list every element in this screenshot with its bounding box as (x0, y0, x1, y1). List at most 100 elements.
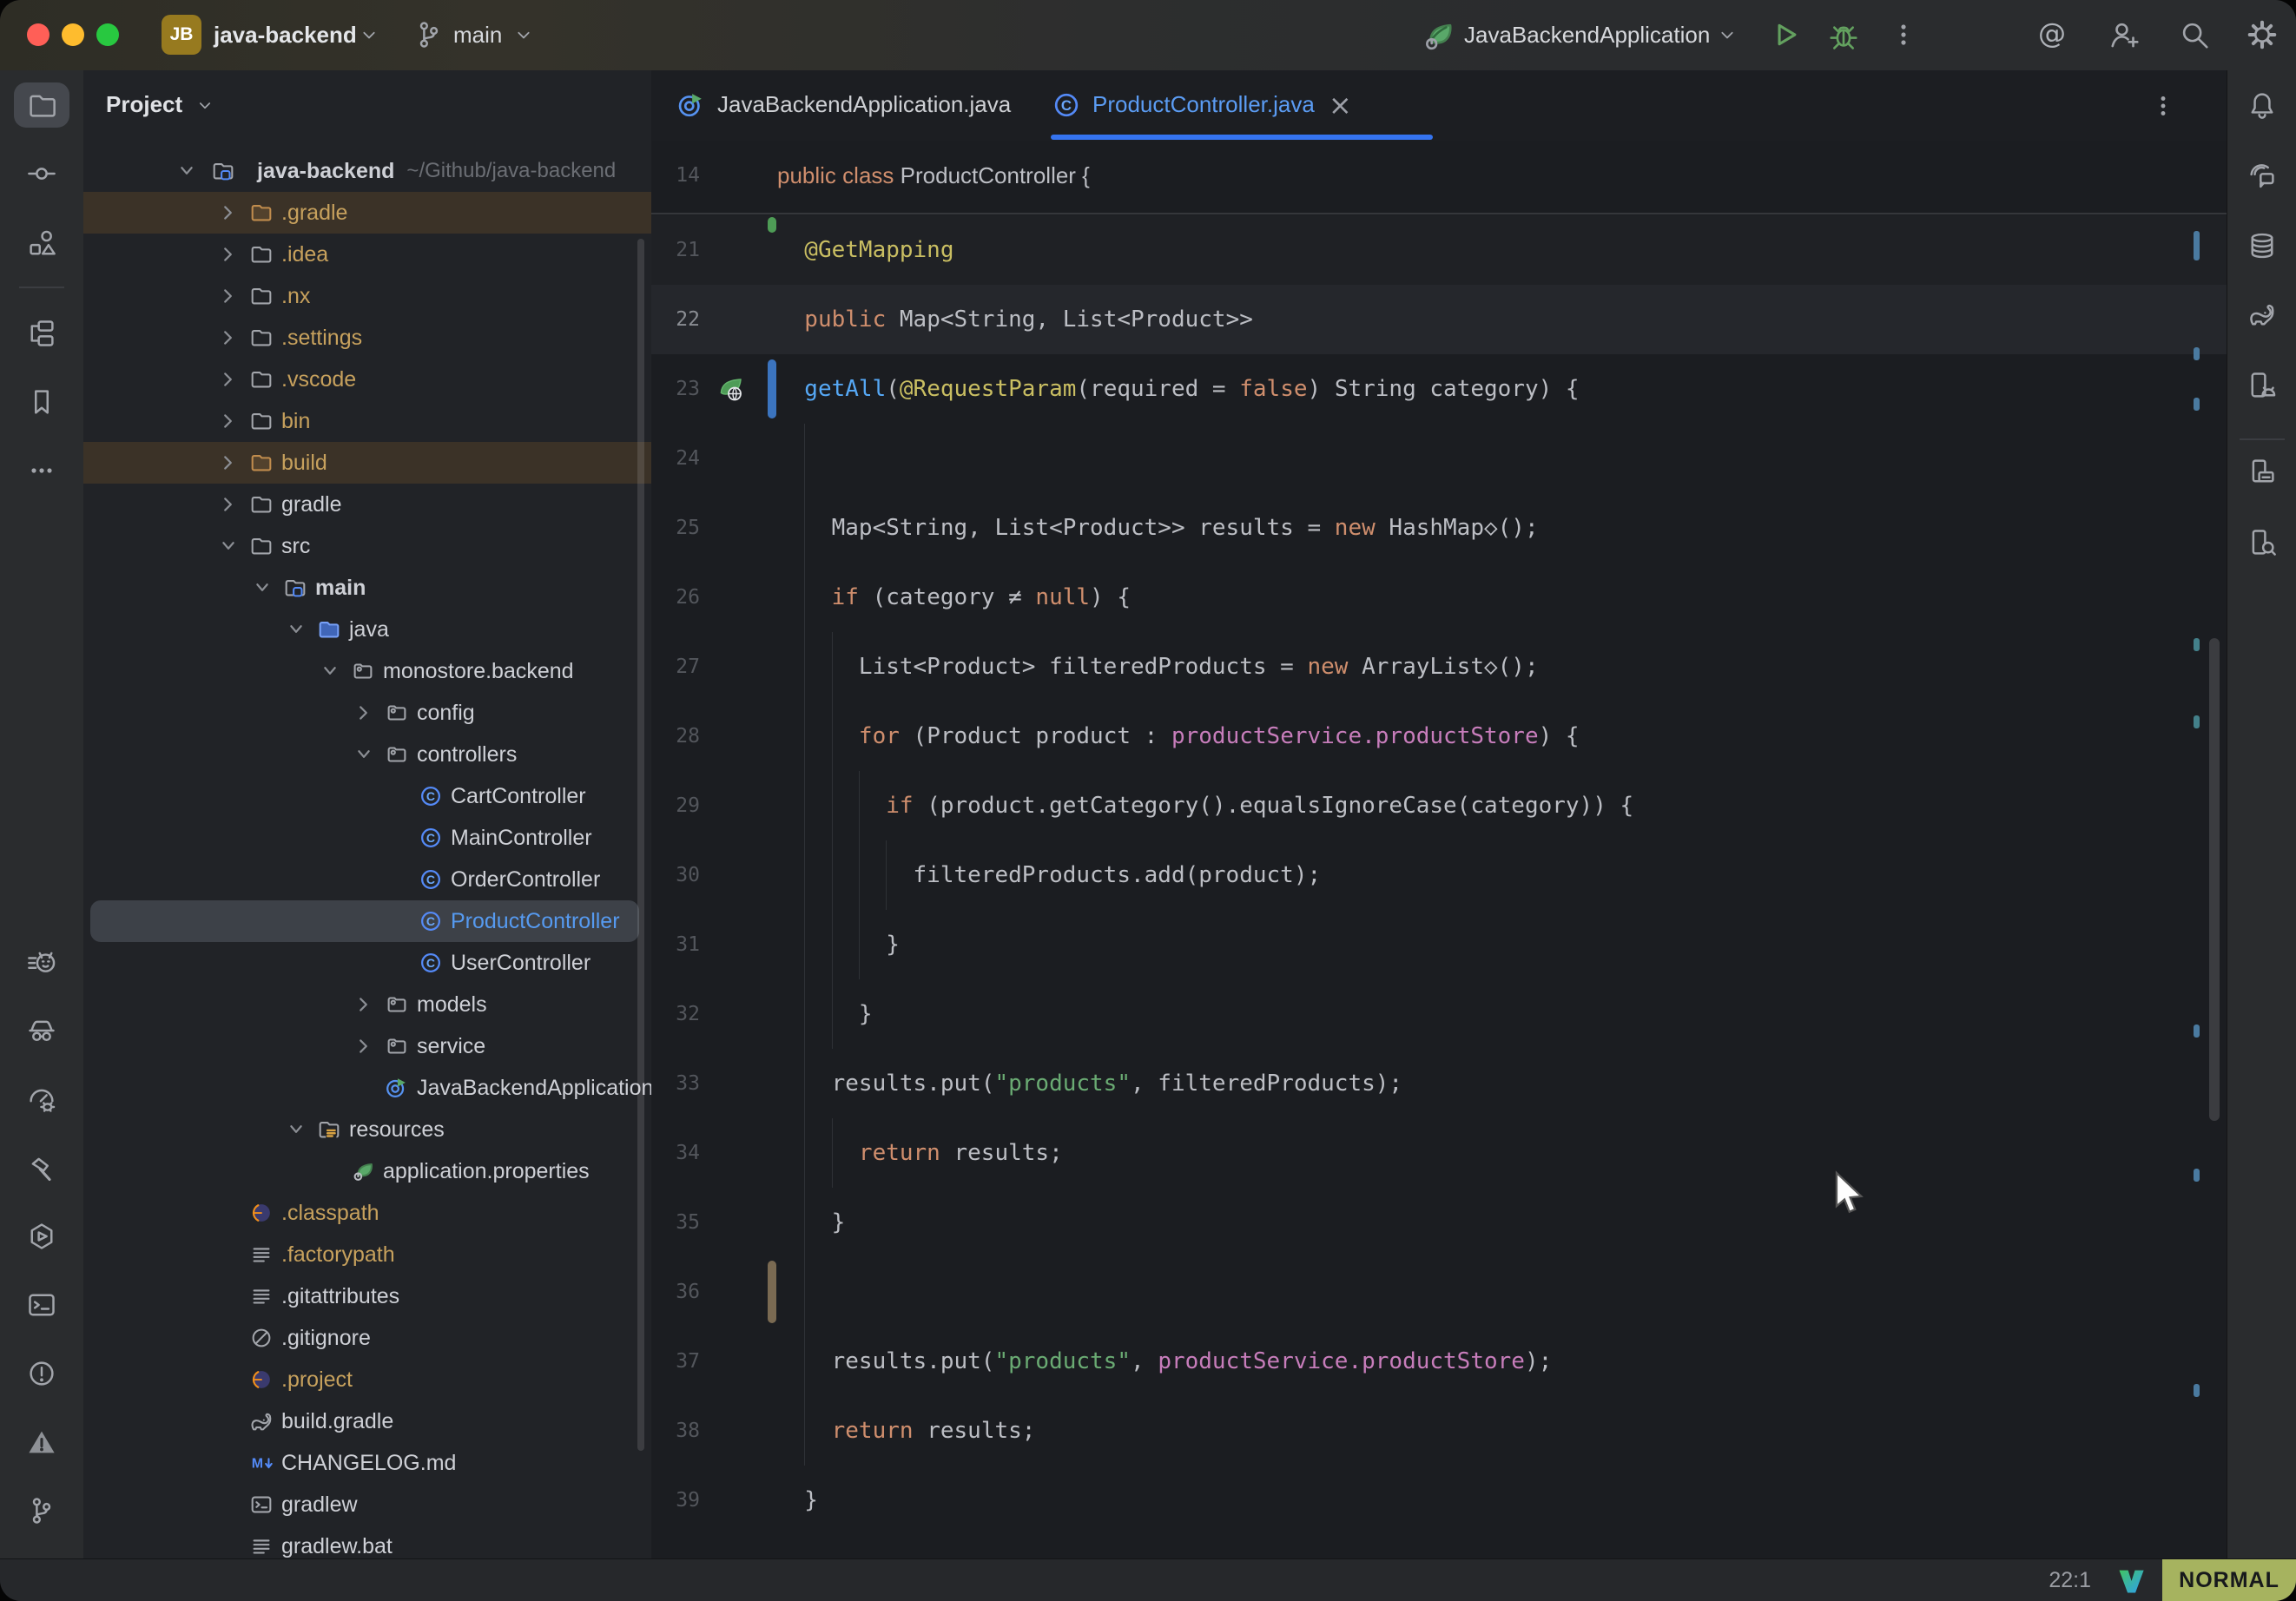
line-number-33[interactable]: 33 (651, 1049, 700, 1118)
line-number-21[interactable]: 21 (651, 215, 700, 285)
chevron-collapsed-icon[interactable] (215, 366, 241, 392)
tree-item-monostore.backend[interactable]: monostore.backend (83, 650, 651, 692)
tree-item-CHANGELOG.md[interactable]: MCHANGELOG.md (83, 1442, 651, 1484)
tool-button-device-explorer[interactable] (2234, 520, 2290, 565)
scroll-stripe-mark[interactable] (2194, 715, 2200, 728)
tree-item-java[interactable]: java (83, 609, 651, 650)
project-name-button[interactable]: java-backend (214, 0, 357, 70)
branch-button[interactable]: main (453, 0, 502, 70)
code-line-25[interactable]: 25 Map<String, List<Product>> results = … (651, 493, 2227, 563)
tree-item-service[interactable]: service (83, 1025, 651, 1067)
close-tab-icon[interactable]: × (1329, 89, 1352, 122)
close-window-button[interactable] (27, 23, 49, 46)
tree-item-.gitattributes[interactable]: .gitattributes (83, 1275, 651, 1317)
tool-button-database[interactable] (2234, 223, 2290, 268)
tree-item-config[interactable]: config (83, 692, 651, 734)
tree-item-build[interactable]: build (83, 442, 651, 484)
tool-button-bell[interactable] (2234, 82, 2290, 128)
tool-button-problems[interactable] (14, 1351, 69, 1396)
code-line-31[interactable]: 31 } (651, 910, 2227, 979)
code-line-38[interactable]: 38 return results; (651, 1396, 2227, 1466)
tree-item-CartController[interactable]: CCartController (83, 775, 651, 817)
tree-item-UserController[interactable]: CUserController (83, 942, 651, 984)
vim-mode-badge[interactable]: NORMAL (2162, 1559, 2296, 1601)
chevron-collapsed-icon[interactable] (215, 325, 241, 351)
tree-item-main[interactable]: main (83, 567, 651, 609)
tool-button-device-android[interactable] (2234, 363, 2290, 408)
tool-button-project-folder[interactable] (14, 82, 69, 128)
code-line-33[interactable]: 33 results.put("products", filteredProdu… (651, 1049, 2227, 1118)
chevron-expanded-icon[interactable] (317, 658, 343, 684)
code-line-14[interactable]: 14public class ProductController { (651, 141, 2227, 211)
tool-button-incognito[interactable] (14, 1008, 69, 1053)
tree-item-.classpath[interactable]: .classpath (83, 1192, 651, 1234)
code-line-30[interactable]: 30 filteredProducts.add(product); (651, 840, 2227, 910)
chevron-collapsed-icon[interactable] (215, 241, 241, 267)
tool-button-bookmarks[interactable] (14, 379, 69, 425)
code-line-21[interactable]: 21 @GetMapping (651, 215, 2227, 285)
more-options-button[interactable] (1888, 19, 1919, 50)
chevron-collapsed-icon[interactable] (215, 408, 241, 434)
code-line-22[interactable]: 22 public Map<String, List<Product>> (651, 285, 2227, 354)
scroll-stripe-mark[interactable] (2194, 347, 2200, 360)
chevron-expanded-icon[interactable] (174, 158, 200, 184)
debug-button[interactable] (1827, 18, 1860, 51)
code-area[interactable]: 21 @GetMapping22 public Map<String, List… (651, 141, 2227, 1558)
vcs-changed-marker[interactable] (768, 359, 776, 418)
ideavim-icon[interactable] (2115, 1565, 2147, 1601)
line-number-28[interactable]: 28 (651, 702, 700, 771)
tool-button-structure[interactable] (14, 221, 69, 267)
ai-assistant-button[interactable]: @ (2035, 18, 2068, 51)
minimize-window-button[interactable] (62, 23, 84, 46)
chevron-collapsed-icon[interactable] (215, 450, 241, 476)
tab-ProductController.java[interactable]: CProductController.java× (1051, 70, 1352, 139)
tool-button-git-branch[interactable] (14, 1488, 69, 1533)
tool-button-commit[interactable] (14, 151, 69, 196)
tool-button-ai-assistant[interactable] (2234, 153, 2290, 198)
line-number-30[interactable]: 30 (651, 840, 700, 910)
tree-item-.nx[interactable]: .nx (83, 275, 651, 317)
code-line-37[interactable]: 37 results.put("products", productServic… (651, 1327, 2227, 1396)
line-number-22[interactable]: 22 (651, 285, 700, 354)
settings-button[interactable] (2246, 18, 2279, 51)
project-tree-scrollbar[interactable] (637, 239, 644, 1451)
tool-button-build-hammer[interactable] (14, 1145, 69, 1190)
vcs-changed-dim-marker[interactable] (768, 1261, 776, 1323)
tree-item-resources[interactable]: resources (83, 1109, 651, 1150)
tree-item-.settings[interactable]: .settings (83, 317, 651, 359)
chevron-expanded-icon[interactable] (215, 533, 241, 559)
tool-button-more-horiz[interactable] (14, 448, 69, 493)
code-line-32[interactable]: 32 } (651, 979, 2227, 1049)
tree-item-.gradle[interactable]: .gradle (83, 192, 651, 234)
scroll-stripe-mark[interactable] (2194, 638, 2200, 651)
tree-item-java-backend[interactable]: java-backend~/Github/java-backend (83, 150, 651, 192)
code-line-26[interactable]: 26 if (category ≠ null) { (651, 563, 2227, 632)
chevron-collapsed-icon[interactable] (351, 700, 377, 726)
tree-item-MainController[interactable]: CMainController (83, 817, 651, 859)
line-number-36[interactable]: 36 (651, 1257, 700, 1327)
project-panel-header[interactable]: Project (83, 82, 651, 126)
line-number-14[interactable]: 14 (651, 141, 700, 211)
tree-item-application.properties[interactable]: application.properties (83, 1150, 651, 1192)
tree-item-models[interactable]: models (83, 984, 651, 1025)
tree-item-bin[interactable]: bin (83, 400, 651, 442)
tool-button-warning[interactable] (14, 1420, 69, 1465)
chevron-expanded-icon[interactable] (249, 575, 275, 601)
tool-button-terminal-tool[interactable] (14, 1282, 69, 1328)
caret-position-widget[interactable]: 22:1 (2049, 1559, 2091, 1601)
line-number-26[interactable]: 26 (651, 563, 700, 632)
tree-item-.project[interactable]: .project (83, 1359, 651, 1400)
zoom-window-button[interactable] (96, 23, 119, 46)
search-everywhere-button[interactable] (2178, 18, 2211, 51)
code-line-35[interactable]: 35 } (651, 1188, 2227, 1257)
tab-JavaBackendApplication.java[interactable]: JavaBackendApplication.java (676, 70, 1011, 139)
tree-item-build.gradle[interactable]: build.gradle (83, 1400, 651, 1442)
line-number-38[interactable]: 38 (651, 1396, 700, 1466)
tree-item-ProductController[interactable]: CProductController (83, 900, 651, 942)
tool-button-gradle[interactable] (2234, 292, 2290, 337)
tree-item-.factorypath[interactable]: .factorypath (83, 1234, 651, 1275)
tool-button-services[interactable] (14, 1214, 69, 1259)
code-line-24[interactable]: 24 (651, 424, 2227, 493)
run-button[interactable] (1768, 18, 1801, 51)
tool-button-running-devices[interactable] (2234, 449, 2290, 494)
